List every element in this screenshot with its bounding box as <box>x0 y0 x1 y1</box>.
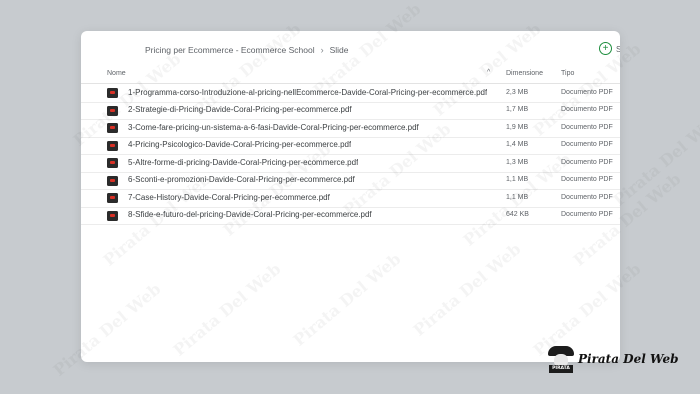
column-header-name[interactable]: Nome <box>107 70 126 77</box>
table-row[interactable]: 2-Strategie-di-Pricing-Davide-Coral-Pric… <box>81 102 620 120</box>
sort-ascending-icon[interactable]: ^ <box>487 69 490 76</box>
table-header: Nome ^ Dimensione Tipo <box>81 67 620 84</box>
watermark-text: Pirata Del Web <box>609 109 700 210</box>
logo-badge: PIRATA <box>549 365 573 373</box>
table-row[interactable]: 3-Come-fare-pricing-un-sistema-a-6-fasi-… <box>81 119 620 138</box>
brand-logo: PIRATA Pirata Del Web <box>548 344 678 374</box>
file-browser-panel: Pricing per Ecommerce - Ecommerce School… <box>81 31 620 362</box>
file-type: Documento PDF <box>561 176 613 183</box>
breadcrumb-separator-icon: › <box>320 45 324 55</box>
file-name[interactable]: 1-Programma-corso-Introduzione-al-pricin… <box>128 88 487 97</box>
file-size: 1,9 MB <box>506 123 529 131</box>
file-type: Documento PDF <box>561 211 613 218</box>
file-name[interactable]: 6-Sconti-e-promozioni-Davide-Coral-Prici… <box>128 175 355 184</box>
pdf-file-icon <box>107 210 118 221</box>
file-size: 1,4 MB <box>506 141 529 148</box>
file-size: 1,3 MB <box>506 158 529 166</box>
file-size: 1,1 MB <box>506 176 529 183</box>
file-name[interactable]: 5-Altre-forme-di-pricing-Davide-Coral-Pr… <box>128 158 358 167</box>
pdf-file-icon <box>107 105 118 116</box>
table-row[interactable]: 6-Sconti-e-promozioni-Davide-Coral-Prici… <box>81 172 620 190</box>
file-name[interactable]: 2-Strategie-di-Pricing-Davide-Coral-Pric… <box>128 105 352 114</box>
file-type: Documento PDF <box>561 158 613 166</box>
file-name[interactable]: 7-Case-History-Davide-Coral-Pricing-per-… <box>128 193 330 202</box>
pirate-skull-icon: PIRATA <box>548 344 574 374</box>
file-name[interactable]: 3-Come-fare-pricing-un-sistema-a-6-fasi-… <box>128 123 419 132</box>
column-header-size[interactable]: Dimensione <box>506 70 543 77</box>
breadcrumb-parent-folder[interactable]: Pricing per Ecommerce - Ecommerce School <box>145 45 315 55</box>
breadcrumb-current-folder[interactable]: Slide <box>330 45 349 55</box>
file-type: Documento PDF <box>561 193 613 201</box>
file-type: Documento PDF <box>561 88 613 96</box>
pdf-file-icon <box>107 158 118 168</box>
file-size: 1,1 MB <box>506 193 529 201</box>
file-type: Documento PDF <box>561 141 613 148</box>
pdf-file-icon <box>107 193 118 203</box>
column-header-type[interactable]: Tipo <box>561 70 574 77</box>
add-button-label[interactable]: S <box>616 45 620 54</box>
file-name[interactable]: 4-Pricing-Psicologico-Davide-Coral-Prici… <box>128 140 351 149</box>
table-row[interactable]: 7-Case-History-Davide-Coral-Pricing-per-… <box>81 189 620 208</box>
file-type: Documento PDF <box>561 123 613 131</box>
pdf-file-icon <box>107 175 118 186</box>
table-row[interactable]: 8-Sfide-e-futuro-del-pricing-Davide-Cora… <box>81 207 620 225</box>
file-type: Documento PDF <box>561 106 613 113</box>
file-size: 642 KB <box>506 211 529 218</box>
pdf-file-icon <box>107 140 118 151</box>
table-row[interactable]: 5-Altre-forme-di-pricing-Davide-Coral-Pr… <box>81 154 620 173</box>
file-name[interactable]: 8-Sfide-e-futuro-del-pricing-Davide-Cora… <box>128 210 372 219</box>
pdf-file-icon <box>107 123 118 133</box>
add-circle-icon[interactable]: + <box>599 42 612 55</box>
breadcrumb: Pricing per Ecommerce - Ecommerce School… <box>145 45 349 55</box>
file-size: 1,7 MB <box>506 106 529 113</box>
file-size: 2,3 MB <box>506 88 529 96</box>
table-row[interactable]: 4-Pricing-Psicologico-Davide-Coral-Prici… <box>81 137 620 155</box>
pdf-file-icon <box>107 88 118 98</box>
logo-text: Pirata Del Web <box>578 352 679 366</box>
table-row[interactable]: 1-Programma-corso-Introduzione-al-pricin… <box>81 84 620 103</box>
